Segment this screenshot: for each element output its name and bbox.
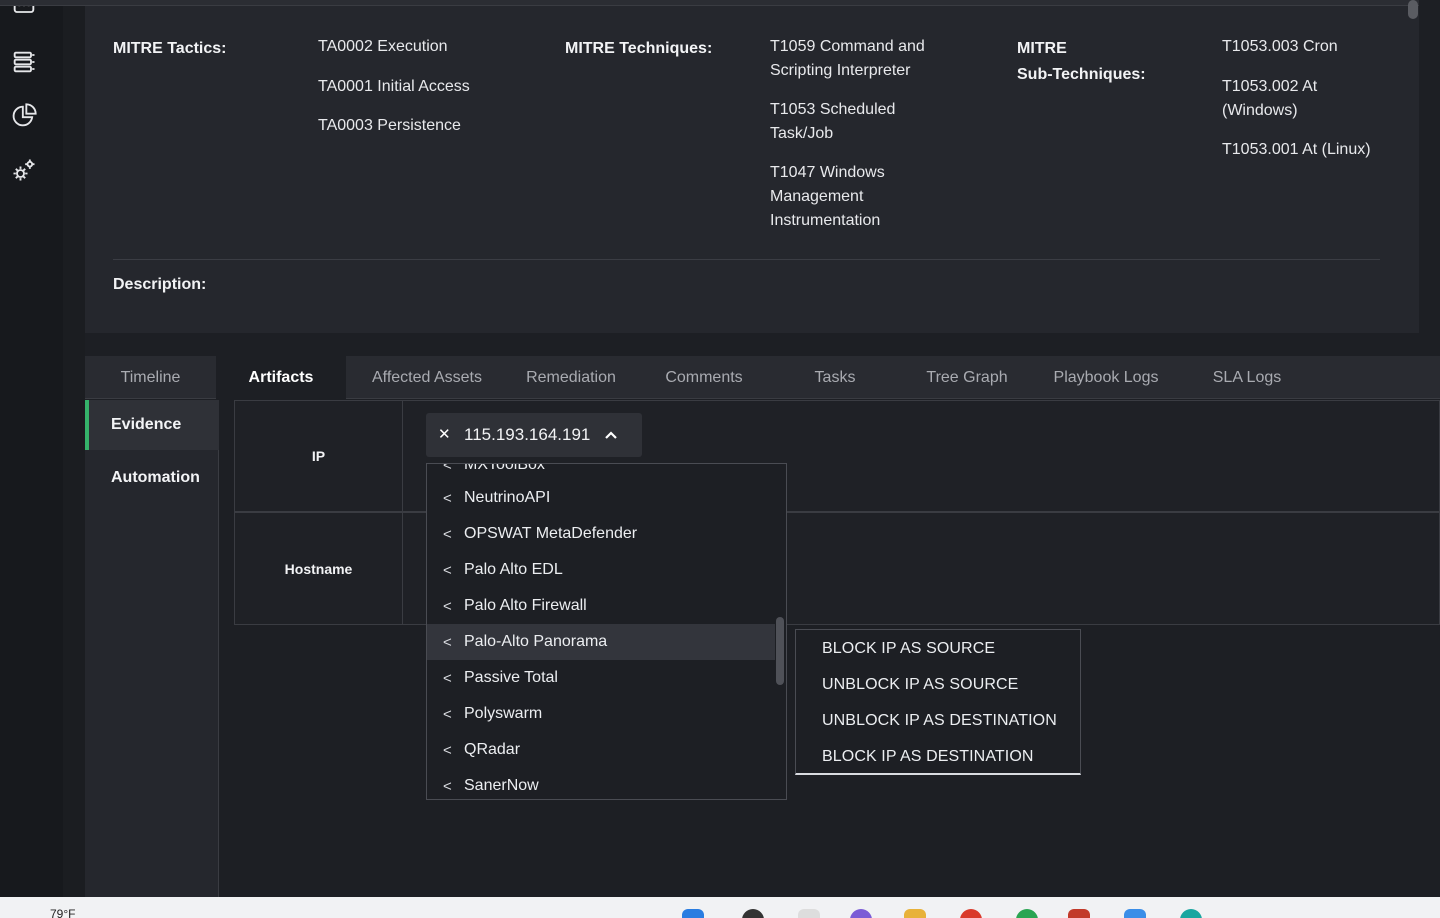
chevron-left-icon: <	[443, 489, 452, 507]
dropdown-item[interactable]: < Polyswarm	[427, 696, 775, 732]
description-label: Description:	[113, 276, 207, 293]
integration-dropdown: < MXToolBox < NeutrinoAPI < OPSWAT MetaDefe…	[426, 463, 787, 800]
tab-remediation[interactable]: Remediation	[510, 356, 632, 399]
subtab-evidence[interactable]: Evidence	[85, 400, 219, 450]
dropdown-item-highlighted[interactable]: < Palo-Alto Panorama	[427, 624, 775, 660]
technique-item: T1053 Scheduled Task/Job	[770, 101, 896, 142]
app-icon[interactable]	[1180, 909, 1202, 918]
dropdown-item[interactable]: < OPSWAT MetaDefender	[427, 516, 775, 552]
incident-details-panel: MITRE Tactics: TA0002 Execution TA0001 I…	[85, 0, 1419, 333]
action-submenu: BLOCK IP AS SOURCE UNBLOCK IP AS SOURCE …	[795, 629, 1081, 775]
technique-item: T1059 Command and Scripting Interpreter	[770, 38, 925, 79]
section-divider	[113, 259, 1380, 260]
tactic-item: TA0001 Initial Access	[318, 78, 470, 95]
artifact-key-ip: IP	[235, 401, 403, 511]
chevron-left-icon: <	[443, 705, 452, 723]
weather-temperature: 79°F	[50, 907, 76, 918]
mitre-subtechniques-label-line1: MITRE	[1017, 40, 1067, 57]
mitre-tactics-label: MITRE Tactics:	[113, 40, 227, 57]
app-icon[interactable]	[1068, 909, 1090, 918]
action-unblock-ip-destination[interactable]: UNBLOCK IP AS DESTINATION	[822, 703, 1057, 739]
subtechnique-item: T1053.002 At (Windows)	[1222, 78, 1318, 119]
tactic-item: TA0002 Execution	[318, 38, 448, 55]
table-row: IP	[234, 400, 1440, 512]
app-icon[interactable]	[1124, 909, 1146, 918]
folder-icon[interactable]	[904, 909, 926, 918]
top-edge	[0, 0, 1440, 6]
chevron-left-icon: <	[443, 777, 452, 795]
gutter	[63, 0, 85, 897]
technique-item: T1047 Windows Management Instrumentation	[770, 164, 885, 229]
dropdown-scrollbar[interactable]	[776, 617, 784, 685]
chevron-up-icon[interactable]	[604, 428, 618, 442]
artifact-key-hostname: Hostname	[235, 513, 403, 624]
settings-gear-icon[interactable]	[9, 155, 39, 185]
chevron-left-icon: <	[443, 669, 452, 687]
ip-value: 115.193.164.191	[464, 425, 591, 444]
browser-icon[interactable]	[960, 909, 982, 918]
chevron-left-icon: <	[443, 525, 452, 543]
dropdown-item[interactable]: < QRadar	[427, 732, 775, 768]
tab-timeline[interactable]: Timeline	[85, 356, 216, 399]
action-block-ip-destination[interactable]: BLOCK IP AS DESTINATION	[822, 739, 1034, 775]
start-icon[interactable]	[682, 909, 704, 918]
ip-artifact-chip[interactable]: ✕ 115.193.164.191	[426, 413, 642, 457]
tab-affected-assets[interactable]: Affected Assets	[353, 356, 501, 399]
chevron-left-icon: <	[443, 741, 452, 759]
database-icon[interactable]	[9, 47, 39, 77]
mitre-subtechniques-label-line2: Sub-Techniques:	[1017, 66, 1146, 83]
dropdown-item[interactable]: < SanerNow	[427, 768, 775, 799]
tab-tasks[interactable]: Tasks	[785, 356, 885, 399]
chevron-left-icon: <	[443, 633, 452, 651]
search-icon[interactable]	[742, 909, 764, 918]
table-row: Hostname	[234, 512, 1440, 625]
panel-scrollbar[interactable]	[1408, 0, 1418, 19]
os-taskbar: 79°F	[0, 897, 1440, 918]
tab-artifacts[interactable]: Artifacts	[216, 356, 346, 399]
mitre-techniques-label: MITRE Techniques:	[565, 40, 713, 57]
tab-tree-graph[interactable]: Tree Graph	[907, 356, 1027, 399]
chat-icon[interactable]	[850, 909, 872, 918]
close-icon[interactable]: ✕	[438, 427, 451, 442]
tab-comments[interactable]: Comments	[645, 356, 763, 399]
dropdown-item[interactable]: < Palo Alto Firewall	[427, 588, 775, 624]
subtechnique-item: T1053.003 Cron	[1222, 38, 1338, 55]
app-icon[interactable]	[1016, 909, 1038, 918]
pie-chart-icon[interactable]	[9, 101, 39, 131]
action-unblock-ip-source[interactable]: UNBLOCK IP AS SOURCE	[822, 667, 1018, 703]
right-strip	[1419, 0, 1440, 345]
chevron-left-icon: <	[443, 561, 452, 579]
tactic-item: TA0003 Persistence	[318, 117, 461, 134]
subtab-automation[interactable]: Automation	[85, 453, 219, 503]
tab-sla-logs[interactable]: SLA Logs	[1195, 356, 1299, 399]
artifacts-table: IP Hostname	[234, 400, 1440, 625]
action-block-ip-source[interactable]: BLOCK IP AS SOURCE	[822, 631, 995, 667]
subtechnique-item: T1053.001 At (Linux)	[1222, 141, 1371, 158]
detail-tabs: Timeline Artifacts Affected Assets Remed…	[85, 356, 1440, 399]
chevron-left-icon: <	[443, 463, 452, 474]
tab-playbook-logs[interactable]: Playbook Logs	[1040, 356, 1172, 399]
dropdown-item[interactable]: < Passive Total	[427, 660, 775, 696]
taskview-icon[interactable]	[798, 909, 820, 918]
artifact-subnav: Evidence Automation	[85, 400, 219, 897]
dropdown-item[interactable]: < NeutrinoAPI	[427, 480, 775, 516]
left-rail	[0, 0, 63, 897]
chevron-left-icon: <	[443, 597, 452, 615]
dropdown-item[interactable]: < Palo Alto EDL	[427, 552, 775, 588]
